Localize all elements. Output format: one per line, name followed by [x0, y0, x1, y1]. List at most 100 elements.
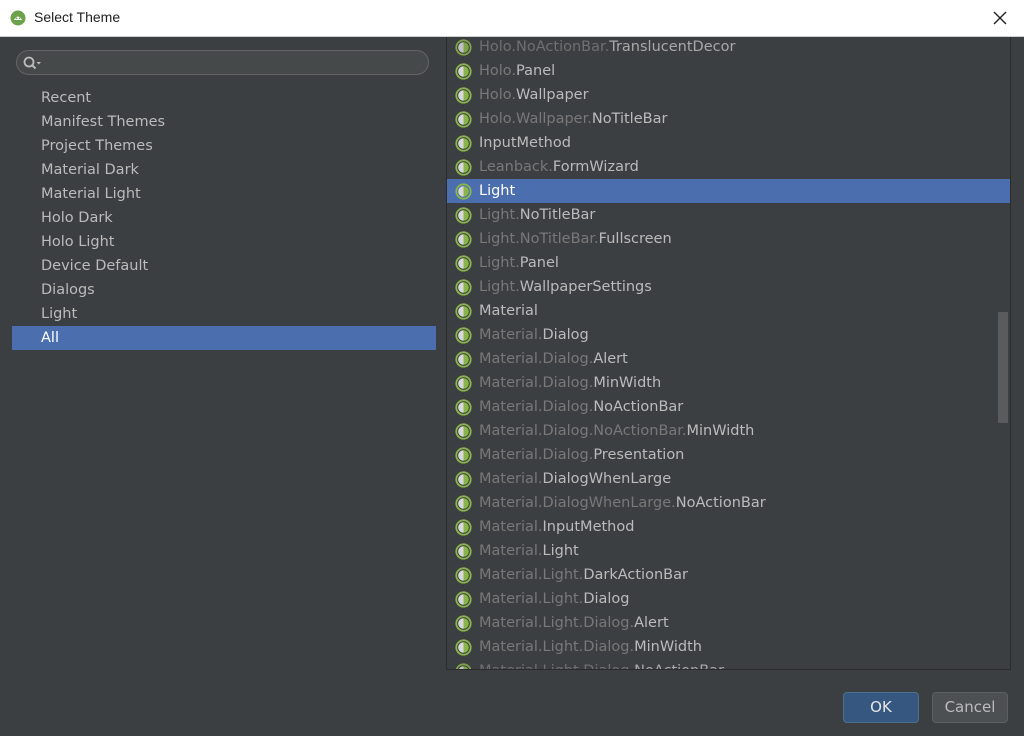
theme-list[interactable]: Holo.NoActionBar.TranslucentDecor Holo.Pa… — [446, 37, 1011, 670]
theme-row[interactable]: Material.InputMethod — [447, 515, 1010, 539]
dialog-body: Recent Manifest Themes Project Themes Mater… — [0, 37, 1024, 736]
theme-icon — [455, 375, 472, 392]
theme-name: NoActionBar — [675, 495, 766, 511]
category-item-holo-light[interactable]: Holo Light — [12, 230, 436, 254]
theme-row[interactable]: Material.Light.Dialog — [447, 587, 1010, 611]
theme-name: Alert — [593, 351, 628, 367]
theme-icon — [455, 327, 472, 344]
theme-prefix: Holo.NoActionBar. — [479, 39, 610, 55]
theme-row[interactable]: Material — [447, 299, 1010, 323]
theme-icon — [455, 183, 472, 200]
theme-icon — [455, 399, 472, 416]
theme-name: InputMethod — [542, 519, 635, 535]
theme-icon — [455, 591, 472, 608]
category-list: Recent Manifest Themes Project Themes Mater… — [12, 86, 436, 350]
close-icon[interactable] — [986, 5, 1014, 31]
search-field[interactable] — [16, 50, 429, 75]
category-item-recent[interactable]: Recent — [12, 86, 436, 110]
theme-name: Presentation — [593, 447, 685, 463]
theme-row[interactable]: Material.Light.Dialog.MinWidth — [447, 635, 1010, 659]
theme-name: Light — [542, 543, 579, 559]
theme-row[interactable]: Light.Panel — [447, 251, 1010, 275]
theme-icon — [455, 495, 472, 512]
theme-name: MinWidth — [593, 375, 662, 391]
theme-name: Fullscreen — [598, 231, 672, 247]
category-item-manifest-themes[interactable]: Manifest Themes — [12, 110, 436, 134]
theme-row[interactable]: Holo.Wallpaper — [447, 83, 1010, 107]
theme-row[interactable]: Material.Dialog.MinWidth — [447, 371, 1010, 395]
theme-name: Wallpaper — [516, 87, 589, 103]
theme-icon — [455, 639, 472, 656]
theme-prefix: Holo. — [479, 63, 517, 79]
category-item-material-dark[interactable]: Material Dark — [12, 158, 436, 182]
theme-row[interactable]: InputMethod — [447, 131, 1010, 155]
theme-prefix: Material.Light. — [479, 591, 584, 607]
theme-row[interactable]: Material.Light.DarkActionBar — [447, 563, 1010, 587]
theme-name: NoTitleBar — [591, 111, 668, 127]
theme-name: WallpaperSettings — [519, 279, 652, 295]
theme-name: Material — [479, 303, 538, 319]
search-icon[interactable] — [22, 55, 42, 71]
theme-prefix: Material.DialogWhenLarge. — [479, 495, 676, 511]
theme-row[interactable]: Material.Dialog — [447, 323, 1010, 347]
category-item-project-themes[interactable]: Project Themes — [12, 134, 436, 158]
theme-row[interactable]: Material.Dialog.NoActionBar.MinWidth — [447, 419, 1010, 443]
category-item-holo-dark[interactable]: Holo Dark — [12, 206, 436, 230]
theme-prefix: Light. — [479, 255, 520, 271]
category-item-light[interactable]: Light — [12, 302, 436, 326]
theme-row[interactable]: Material.Light.Dialog.NoActionBar — [447, 659, 1010, 669]
theme-prefix: Light. — [479, 279, 520, 295]
theme-row[interactable]: Light.WallpaperSettings — [447, 275, 1010, 299]
theme-prefix: Material.Light.Dialog. — [479, 639, 635, 655]
theme-row[interactable]: Material.DialogWhenLarge.NoActionBar — [447, 491, 1010, 515]
theme-icon — [455, 519, 472, 536]
theme-name: DarkActionBar — [583, 567, 688, 583]
category-item-all[interactable]: All — [12, 326, 436, 350]
theme-row[interactable]: Material.Light.Dialog.Alert — [447, 611, 1010, 635]
theme-icon — [455, 543, 472, 560]
theme-icon — [455, 111, 472, 128]
theme-icon — [455, 351, 472, 368]
category-item-dialogs[interactable]: Dialogs — [12, 278, 436, 302]
theme-row[interactable]: Light.NoTitleBar — [447, 203, 1010, 227]
theme-prefix: Material.Light. — [479, 567, 584, 583]
search-input[interactable] — [47, 53, 417, 72]
theme-icon — [455, 231, 472, 248]
theme-prefix: Material. — [479, 519, 543, 535]
theme-icon — [455, 567, 472, 584]
theme-row[interactable]: Holo.NoActionBar.TranslucentDecor — [447, 37, 1010, 59]
theme-prefix: Material.Light.Dialog. — [479, 615, 635, 631]
theme-name: TranslucentDecor — [609, 39, 736, 55]
theme-row[interactable]: Leanback.FormWizard — [447, 155, 1010, 179]
theme-name: Light — [479, 183, 516, 199]
theme-prefix: Light. — [479, 207, 520, 223]
category-item-material-light[interactable]: Material Light — [12, 182, 436, 206]
theme-row[interactable]: Material.Dialog.NoActionBar — [447, 395, 1010, 419]
theme-row[interactable]: Material.Dialog.Alert — [447, 347, 1010, 371]
ok-button[interactable]: OK — [843, 692, 919, 723]
theme-name: NoActionBar — [593, 399, 684, 415]
theme-name: NoActionBar — [634, 663, 724, 669]
category-item-device-default[interactable]: Device Default — [12, 254, 436, 278]
android-studio-icon — [10, 10, 26, 26]
theme-row[interactable]: Material.Dialog.Presentation — [447, 443, 1010, 467]
theme-list-scrollbar-thumb[interactable] — [998, 312, 1008, 423]
theme-prefix: Leanback. — [479, 159, 553, 175]
theme-icon — [455, 663, 472, 669]
theme-row[interactable]: Holo.Wallpaper.NoTitleBar — [447, 107, 1010, 131]
cancel-button[interactable]: Cancel — [932, 692, 1008, 723]
theme-row[interactable]: Light — [447, 179, 1010, 203]
theme-name: Panel — [519, 255, 559, 271]
theme-icon — [455, 447, 472, 464]
theme-icon — [455, 207, 472, 224]
theme-prefix: Material.Dialog. — [479, 351, 594, 367]
theme-row[interactable]: Material.DialogWhenLarge — [447, 467, 1010, 491]
theme-row[interactable]: Holo.Panel — [447, 59, 1010, 83]
theme-row[interactable]: Light.NoTitleBar.Fullscreen — [447, 227, 1010, 251]
theme-prefix: Material.Dialog. — [479, 399, 594, 415]
theme-icon — [455, 423, 472, 440]
theme-icon — [455, 279, 472, 296]
theme-row[interactable]: Material.Light — [447, 539, 1010, 563]
theme-name: Panel — [516, 63, 556, 79]
theme-prefix: Material.Dialog. — [479, 447, 594, 463]
